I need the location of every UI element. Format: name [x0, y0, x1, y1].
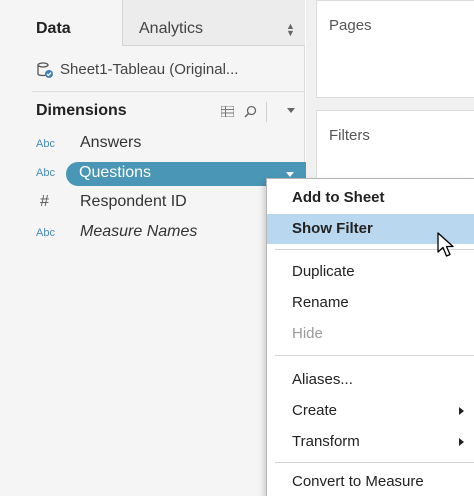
- menu-item-transform[interactable]: Transform: [267, 427, 474, 457]
- tab-data-label: Data: [36, 20, 71, 37]
- datasource-item[interactable]: Sheet1-Tableau (Original...: [32, 58, 302, 84]
- menu-item-convert-to-measure[interactable]: Convert to Measure: [267, 467, 474, 496]
- string-type-icon: Abc: [36, 167, 55, 179]
- number-type-icon: #: [40, 193, 49, 210]
- menu-item-aliases[interactable]: Aliases...: [267, 365, 474, 395]
- menu-item-label: Aliases...: [292, 371, 353, 388]
- menu-item-label: Rename: [292, 294, 349, 311]
- view-list-icon[interactable]: [221, 106, 234, 117]
- menu-item-label: Add to Sheet: [292, 189, 385, 206]
- menu-item-label: Convert to Measure: [292, 473, 424, 490]
- menu-item-hide: Hide: [267, 319, 474, 349]
- field-respondent-id[interactable]: # Respondent ID: [32, 190, 305, 216]
- field-measure-names[interactable]: Abc Measure Names: [32, 220, 305, 246]
- tab-analytics-label: Analytics: [139, 20, 204, 37]
- field-answers[interactable]: Abc Answers: [32, 131, 305, 157]
- divider: [266, 102, 267, 122]
- menu-separator: [275, 355, 474, 356]
- context-menu: Add to Sheet Show Filter Duplicate Renam…: [266, 178, 474, 496]
- field-name: Measure Names: [80, 223, 198, 240]
- menu-item-label: Duplicate: [292, 263, 355, 280]
- menu-item-rename[interactable]: Rename: [267, 288, 474, 318]
- field-name: Answers: [80, 134, 142, 151]
- data-pane: Data Analytics ▲ ▼ Sheet1-Tableau (Origin…: [0, 0, 305, 496]
- string-type-icon: Abc: [36, 138, 55, 150]
- pages-shelf[interactable]: Pages: [316, 0, 474, 98]
- search-icon[interactable]: [244, 105, 257, 118]
- submenu-arrow-icon: [459, 438, 464, 446]
- mouse-cursor-icon: [437, 232, 454, 257]
- pane-tabs: Data Analytics ▲ ▼: [0, 0, 305, 46]
- up-down-arrows-icon[interactable]: ▲ ▼: [286, 22, 295, 38]
- datasource-icon: [37, 62, 53, 78]
- string-type-icon: Abc: [36, 227, 55, 239]
- menu-item-label: Show Filter: [292, 220, 373, 237]
- menu-item-create[interactable]: Create: [267, 396, 474, 426]
- menu-separator: [275, 462, 474, 463]
- dimensions-title: Dimensions: [36, 102, 127, 119]
- chevron-down-icon[interactable]: [286, 172, 294, 177]
- menu-item-duplicate[interactable]: Duplicate: [267, 257, 474, 287]
- menu-item-label: Hide: [292, 325, 323, 342]
- datasource-name: Sheet1-Tableau (Original...: [60, 61, 239, 78]
- tab-data[interactable]: Data: [0, 0, 123, 46]
- field-name: Questions: [79, 164, 152, 181]
- menu-item-label: Create: [292, 402, 338, 419]
- menu-item-label: Transform: [292, 433, 360, 450]
- menu-item-add-to-sheet[interactable]: Add to Sheet: [267, 183, 474, 213]
- pages-label: Pages: [329, 17, 372, 34]
- filters-label: Filters: [329, 127, 370, 144]
- tab-analytics[interactable]: Analytics ▲ ▼: [123, 0, 305, 46]
- dimensions-header: Dimensions: [32, 98, 305, 126]
- field-name: Respondent ID: [80, 193, 187, 210]
- divider: [32, 91, 305, 92]
- chevron-down-icon[interactable]: [287, 108, 295, 113]
- submenu-arrow-icon: [459, 407, 464, 415]
